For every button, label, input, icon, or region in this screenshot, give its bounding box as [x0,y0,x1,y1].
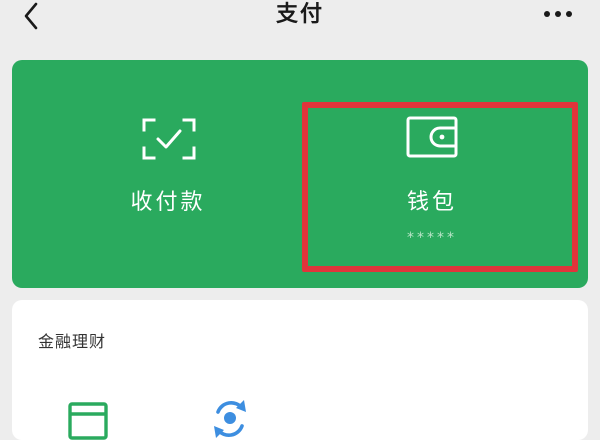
pay-receive-tile[interactable]: 收付款 [12,60,300,288]
more-dots-icon [544,11,572,17]
more-button[interactable] [540,4,576,24]
highlight-frame [302,102,578,272]
scan-check-icon [142,118,196,160]
finance-section: 金融理财 [12,300,588,440]
page-title: 支付 [275,2,324,27]
section-title: 金融理财 [38,332,107,351]
card-icon[interactable] [68,400,108,440]
pay-receive-label: 收付款 [130,190,206,215]
refresh-coin-icon[interactable] [208,396,252,440]
top-bar: 支付 [0,0,600,40]
